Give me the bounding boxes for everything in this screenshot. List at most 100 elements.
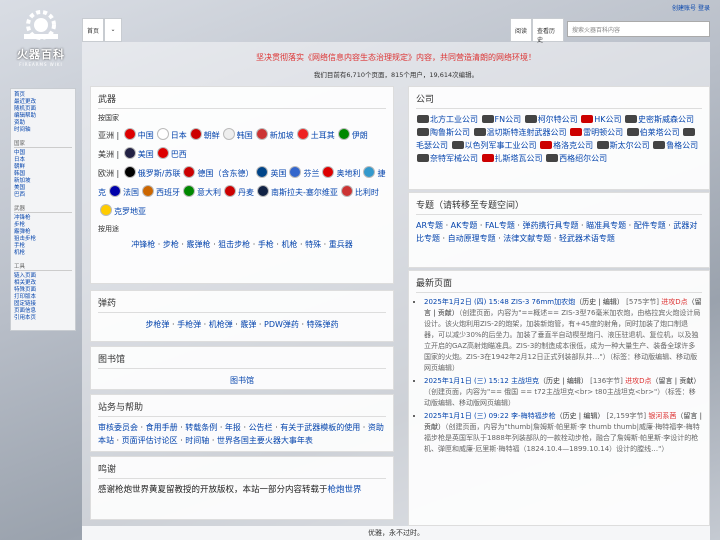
sidebar-tool-item-4[interactable]: 固定链接: [14, 301, 72, 308]
sidebar-tool-item-3[interactable]: 打印版本: [14, 294, 72, 301]
topic-link[interactable]: AK专题: [451, 221, 478, 230]
recent-date[interactable]: 2025年1月1日 (三) 15:12: [424, 377, 509, 385]
login-link[interactable]: 登录: [698, 5, 710, 12]
ammo-link[interactable]: PDW弹药: [264, 320, 299, 329]
tab-main[interactable]: 首页: [82, 18, 104, 42]
topic-link[interactable]: AR专题: [416, 221, 443, 230]
sidebar-weapon-item-3[interactable]: 狙击步枪: [14, 236, 72, 243]
company-link[interactable]: 伯莱塔公司: [640, 128, 680, 137]
sidebar-tool-item-2[interactable]: 特殊页面: [14, 287, 72, 294]
sidebar-country-item-1[interactable]: 日本: [14, 157, 72, 164]
help-link[interactable]: 转载条例: [185, 423, 217, 432]
country-link[interactable]: 比利时: [355, 188, 379, 197]
company-link[interactable]: FN公司: [495, 115, 522, 124]
country-link[interactable]: 奥地利: [336, 169, 360, 178]
help-link[interactable]: 时间轴: [185, 436, 209, 445]
ammo-link[interactable]: 特殊弹药: [307, 320, 339, 329]
country-link[interactable]: 日本: [171, 131, 187, 140]
recent-meta[interactable]: （历史 | 编辑）: [575, 298, 624, 306]
company-link[interactable]: 西格绍尔公司: [559, 154, 607, 163]
sidebar-nav-item-4[interactable]: 资助: [14, 120, 72, 127]
recent-user-link[interactable]: 银河系茜: [648, 412, 676, 420]
use-link[interactable]: 重兵器: [329, 240, 353, 249]
tab-read[interactable]: 阅读: [510, 18, 532, 42]
more-dropdown[interactable]: ⌄: [104, 18, 122, 42]
topic-link[interactable]: 配件专题: [634, 221, 666, 230]
country-link[interactable]: 韩国: [237, 131, 253, 140]
help-link[interactable]: 审核委员会: [98, 423, 138, 432]
help-link[interactable]: 页面评估讨论区: [122, 436, 178, 445]
recent-date[interactable]: 2025年1月1日 (三) 09:22: [424, 412, 509, 420]
topic-link[interactable]: FAL专题: [485, 221, 515, 230]
country-link[interactable]: 德国（含东德）: [197, 169, 253, 178]
recent-user-link[interactable]: 进攻D点: [625, 377, 651, 385]
country-link[interactable]: 美国: [138, 150, 154, 159]
country-link[interactable]: 伊朗: [352, 131, 368, 140]
sidebar-nav-item-5[interactable]: 时间轴: [14, 127, 72, 134]
recent-user-links[interactable]: （留言 | 贡献）: [652, 377, 701, 385]
topic-link[interactable]: 自动原理专题: [448, 234, 496, 243]
gunworld-link[interactable]: 枪炮世界: [328, 485, 362, 495]
recent-page-link[interactable]: 李-梅特福步枪: [511, 412, 556, 420]
help-link[interactable]: 年报: [225, 423, 241, 432]
sidebar-nav-item-1[interactable]: 最近更改: [14, 99, 72, 106]
sidebar-weapon-item-4[interactable]: 手枪: [14, 243, 72, 250]
sidebar-country-item-5[interactable]: 美国: [14, 185, 72, 192]
country-link[interactable]: 意大利: [197, 188, 221, 197]
company-link[interactable]: 陶鲁斯公司: [430, 128, 470, 137]
recent-user-link[interactable]: 进攻D点: [661, 298, 687, 306]
company-link[interactable]: 温切斯特连射武器公司: [487, 128, 567, 137]
company-link[interactable]: 以色列军事工业公司: [465, 141, 537, 150]
company-link[interactable]: 柯尔特公司: [538, 115, 578, 124]
country-link[interactable]: 中国: [138, 131, 154, 140]
sidebar-nav-item-0[interactable]: 首页: [14, 92, 72, 99]
company-link[interactable]: 扎斯塔瓦公司: [495, 154, 543, 163]
country-link[interactable]: 南斯拉夫-塞尔维亚: [271, 188, 338, 197]
country-link[interactable]: 新加坡: [270, 131, 294, 140]
recent-page-link[interactable]: 主战坦克: [511, 377, 539, 385]
country-link[interactable]: 法国: [123, 188, 139, 197]
ammo-link[interactable]: 步枪弹: [145, 320, 169, 329]
country-link[interactable]: 俄罗斯/苏联: [138, 169, 181, 178]
country-link[interactable]: 芬兰: [303, 169, 319, 178]
topic-link[interactable]: 轻武器术语专题: [559, 234, 615, 243]
sidebar-nav-item-2[interactable]: 随机页面: [14, 106, 72, 113]
topic-link[interactable]: 弹药携行具专题: [522, 221, 578, 230]
country-link[interactable]: 朝鲜: [204, 131, 220, 140]
company-link[interactable]: 斯太尔公司: [610, 141, 650, 150]
create-account-link[interactable]: 创建账号: [672, 5, 696, 12]
use-link[interactable]: 特殊: [305, 240, 321, 249]
country-link[interactable]: 英国: [270, 169, 286, 178]
recent-date[interactable]: 2025年1月2日 (四) 15:48: [424, 298, 509, 306]
company-link[interactable]: 史密斯威森公司: [638, 115, 694, 124]
search-input[interactable]: 搜索火器百科内容: [567, 21, 710, 37]
sidebar-country-item-6[interactable]: 巴西: [14, 192, 72, 199]
sidebar-country-item-0[interactable]: 中国: [14, 150, 72, 157]
sidebar-country-item-4[interactable]: 新加坡: [14, 178, 72, 185]
use-link[interactable]: 手枪: [258, 240, 274, 249]
use-link[interactable]: 步枪: [163, 240, 179, 249]
sidebar-country-item-3[interactable]: 韩国: [14, 171, 72, 178]
help-link[interactable]: 公告栏: [249, 423, 273, 432]
site-logo[interactable]: 火器百科 FIREARMS WIKI: [10, 8, 72, 70]
sidebar-tool-item-5[interactable]: 页面信息: [14, 308, 72, 315]
company-link[interactable]: 毛瑟公司: [416, 141, 448, 150]
topic-link[interactable]: 法律文献专题: [503, 234, 551, 243]
company-link[interactable]: 奈特军械公司: [430, 154, 478, 163]
sidebar-tool-item-1[interactable]: 相关更改: [14, 280, 72, 287]
topic-link[interactable]: 瞄准具专题: [586, 221, 626, 230]
country-link[interactable]: 丹麦: [238, 188, 254, 197]
company-link[interactable]: 雷明顿公司: [583, 128, 623, 137]
ammo-link[interactable]: 霰弹: [240, 320, 256, 329]
sidebar-nav-item-3[interactable]: 编辑帮助: [14, 113, 72, 120]
ammo-link[interactable]: 机枪弹: [209, 320, 233, 329]
library-link[interactable]: 图书馆: [230, 376, 254, 385]
company-link[interactable]: 格洛克公司: [553, 141, 593, 150]
company-link[interactable]: HK公司: [594, 115, 621, 124]
country-link[interactable]: 克罗地亚: [114, 207, 146, 216]
sidebar-tool-item-6[interactable]: 引用本页: [14, 315, 72, 322]
company-link[interactable]: 鲁格公司: [666, 141, 698, 150]
country-link[interactable]: 土耳其: [311, 131, 335, 140]
sidebar-country-item-2[interactable]: 朝鲜: [14, 164, 72, 171]
use-link[interactable]: 冲锋枪: [131, 240, 155, 249]
